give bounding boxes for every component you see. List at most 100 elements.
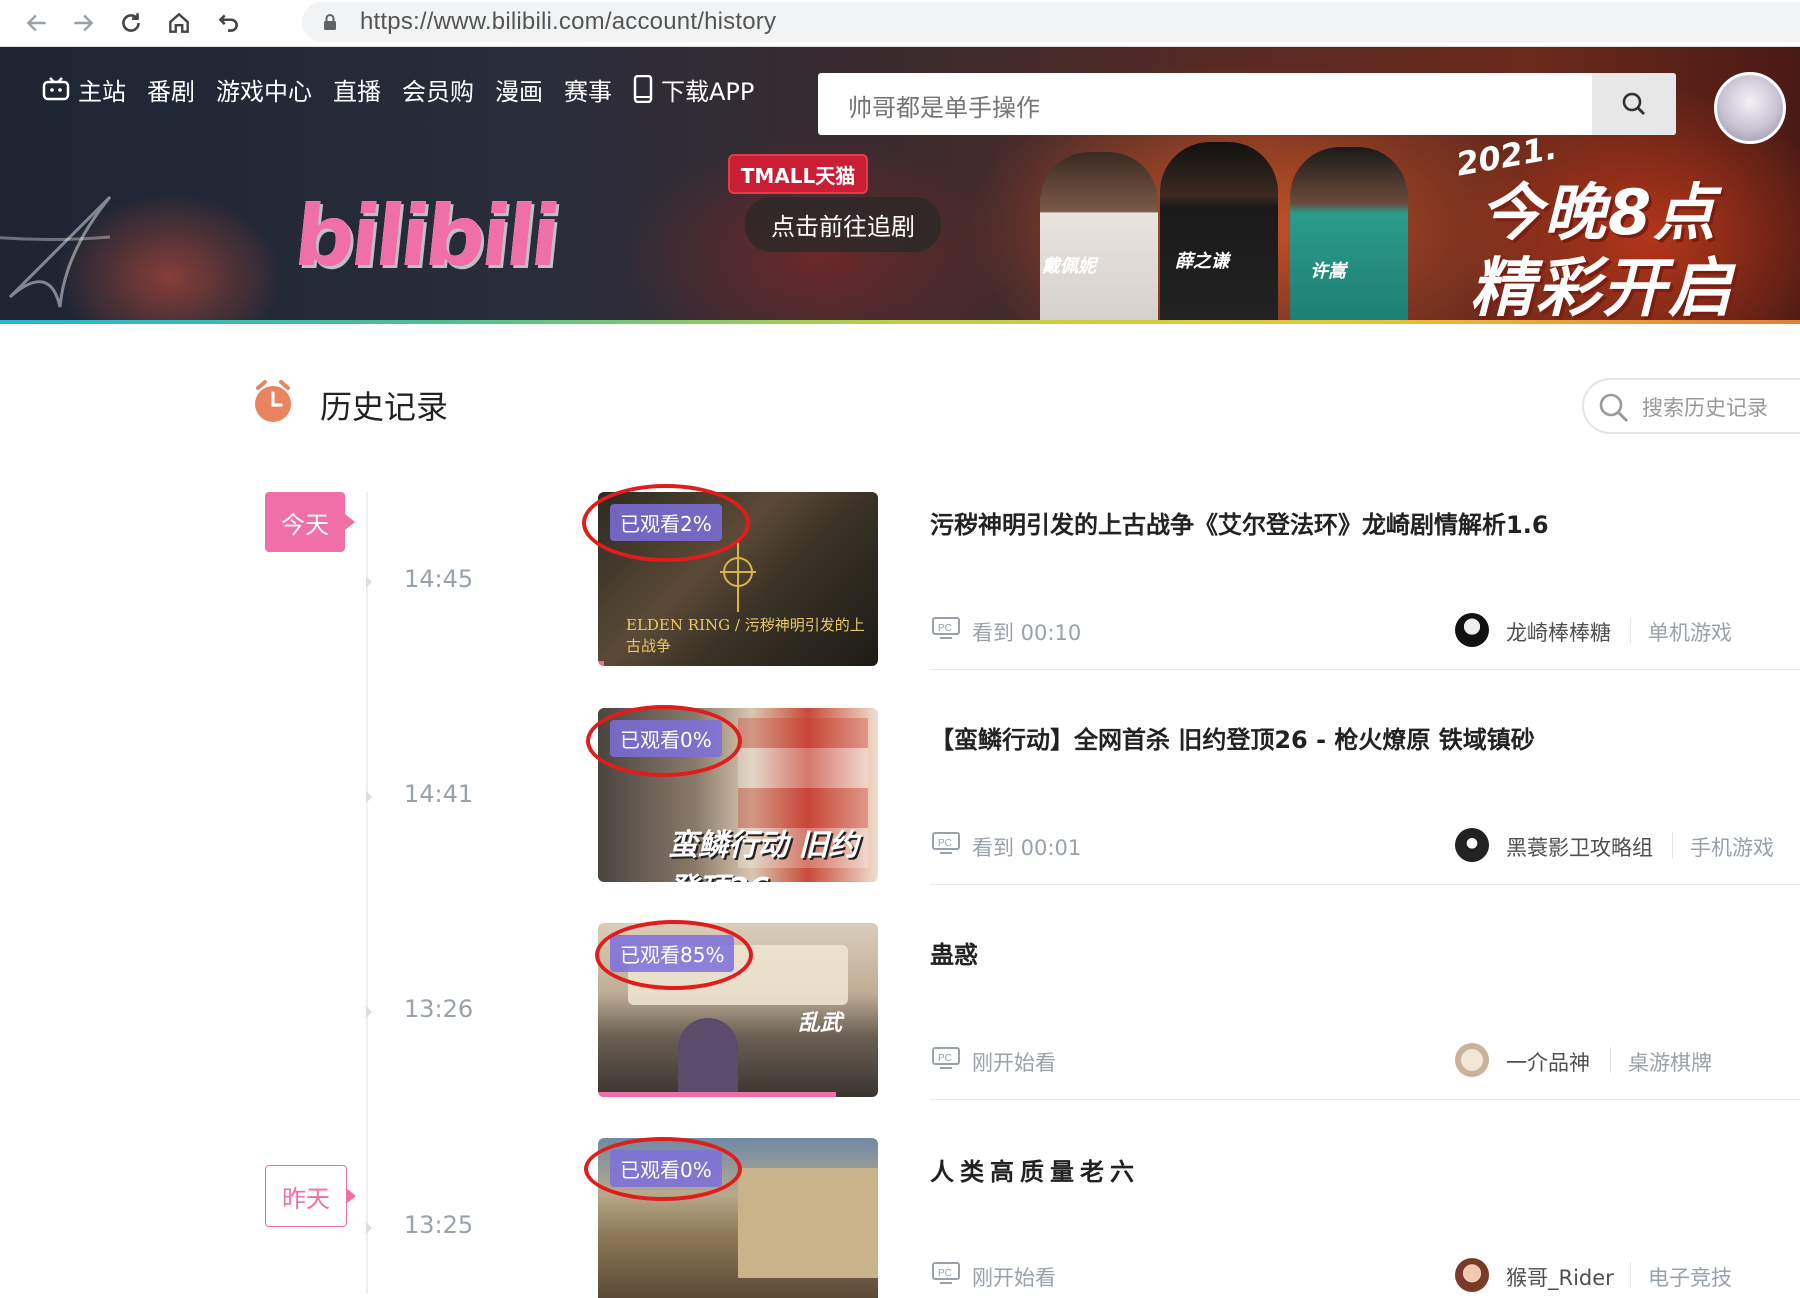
timeline-marker xyxy=(366,1006,372,1018)
pc-device-icon: PC xyxy=(932,617,960,639)
nav-download-app[interactable]: 下载APP xyxy=(633,72,754,107)
progress-badge: 已观看2% xyxy=(610,504,722,541)
uploader-avatar[interactable] xyxy=(1455,613,1489,647)
progress-badge: 已观看0% xyxy=(610,720,722,757)
singer-name: 戴佩妮 xyxy=(1042,256,1096,277)
singer-name: 薛之谦 xyxy=(1175,251,1229,272)
row-divider xyxy=(930,669,1800,670)
watch-status: 刚开始看 xyxy=(972,1266,1056,1290)
watch-progress-bar xyxy=(598,1092,836,1097)
watch-time: 13:25 xyxy=(404,1211,474,1239)
video-thumbnail[interactable]: ELDEN RING / 污秽神明引发的上古战争 已观看2% xyxy=(598,492,878,666)
site-search-input[interactable]: 帅哥都是单手操作 xyxy=(818,73,1676,135)
timeline-line xyxy=(366,492,368,1294)
uploader-name[interactable]: 黑蓑影卫攻略组 xyxy=(1506,832,1653,862)
history-search-input[interactable]: 搜索历史记录 xyxy=(1582,378,1800,434)
video-title[interactable]: 蛊惑 xyxy=(930,935,978,970)
uploader-name[interactable]: 猴哥_Rider xyxy=(1506,1262,1614,1292)
separator xyxy=(1672,832,1673,858)
row-divider xyxy=(930,1099,1800,1100)
browser-toolbar: https://www.bilibili.com/account/history xyxy=(0,0,1800,47)
nav-label: 下载APP xyxy=(661,77,755,106)
back-arrow-icon[interactable] xyxy=(20,6,54,40)
svg-text:PC: PC xyxy=(938,1053,952,1064)
row-divider xyxy=(930,884,1800,885)
sparkle-decoration-icon xyxy=(0,195,112,308)
nav-anime[interactable]: 番剧 xyxy=(147,72,195,107)
watch-time: 13:26 xyxy=(404,995,474,1023)
thumbnail-building xyxy=(738,1168,878,1278)
search-placeholder: 帅哥都是单手操作 xyxy=(848,94,1040,122)
nav-member-shop[interactable]: 会员购 xyxy=(402,72,474,107)
url-text: https://www.bilibili.com/account/history xyxy=(360,8,777,35)
watch-now-button[interactable]: 点击前往追剧 xyxy=(745,197,941,252)
home-icon[interactable] xyxy=(162,6,196,40)
singer-figure xyxy=(1290,147,1408,322)
nav-live[interactable]: 直播 xyxy=(333,72,381,107)
video-category[interactable]: 单机游戏 xyxy=(1648,617,1732,647)
singer-name: 许嵩 xyxy=(1310,261,1346,282)
uploader-avatar[interactable] xyxy=(1455,1043,1489,1077)
user-avatar[interactable] xyxy=(1714,72,1786,144)
singer-figure xyxy=(1160,142,1278,322)
uploader-name[interactable]: 龙崎棒棒糖 xyxy=(1506,617,1611,647)
video-category[interactable]: 电子竞技 xyxy=(1648,1262,1732,1292)
pc-device-icon: PC xyxy=(932,1047,960,1069)
thumbnail-caption: ELDEN RING / 污秽神明引发的上古战争 xyxy=(626,616,865,655)
tv-icon xyxy=(42,77,70,101)
uploader-avatar[interactable] xyxy=(1455,828,1489,862)
search-button[interactable] xyxy=(1592,73,1676,135)
nav-comics[interactable]: 漫画 xyxy=(495,72,543,107)
timeline-marker xyxy=(366,576,372,588)
svg-text:PC: PC xyxy=(938,623,952,634)
nav-label: 主站 xyxy=(78,77,126,106)
nav-game-center[interactable]: 游戏中心 xyxy=(216,72,312,107)
timeline-marker xyxy=(366,1222,372,1234)
search-placeholder: 搜索历史记录 xyxy=(1642,396,1768,420)
video-title[interactable]: 污秽神明引发的上古战争《艾尔登法环》龙崎剧情解析1.6 xyxy=(930,505,1549,540)
watch-time: 14:45 xyxy=(404,565,474,593)
singer-figure xyxy=(1040,152,1158,322)
uploader-name[interactable]: 一介品神 xyxy=(1506,1047,1590,1077)
nav-esports[interactable]: 赛事 xyxy=(564,72,612,107)
undo-icon[interactable] xyxy=(211,6,245,40)
separator xyxy=(1630,1262,1631,1288)
bilibili-logo[interactable]: bilibili xyxy=(290,187,561,285)
progress-badge: 已观看0% xyxy=(610,1150,722,1187)
pc-device-icon: PC xyxy=(932,832,960,854)
lock-icon xyxy=(324,14,336,30)
video-title[interactable]: 【蛮鳞行动】全网首杀 旧约登顶26 - 枪火燎原 铁域镇砂 xyxy=(930,720,1535,755)
promo-subheadline: 精彩开启 xyxy=(1470,252,1734,322)
forward-arrow-icon[interactable] xyxy=(66,6,100,40)
thumbnail-caption: 乱武 xyxy=(798,1011,843,1036)
video-thumbnail[interactable]: 蛮鳞行动 旧约登顶26 已观看0% xyxy=(598,708,878,882)
site-banner: 主站 番剧 游戏中心 直播 会员购 漫画 赛事 下载APP 帅哥都是单手操作 b… xyxy=(0,47,1800,322)
progress-badge: 已观看85% xyxy=(610,935,735,972)
separator xyxy=(1610,1047,1611,1073)
video-category[interactable]: 手机游戏 xyxy=(1690,832,1774,862)
thumbnail-caption: 蛮鳞行动 旧约登顶26 xyxy=(668,828,859,882)
video-thumbnail[interactable]: 乱武 已观看85% xyxy=(598,923,878,1097)
uploader-avatar[interactable] xyxy=(1455,1258,1489,1292)
banner-gradient-strip xyxy=(0,320,1800,324)
video-thumbnail[interactable]: 已观看0% xyxy=(598,1138,878,1298)
page-title: 历史记录 xyxy=(320,388,449,426)
search-icon xyxy=(1622,92,1645,115)
top-navigation: 主站 番剧 游戏中心 直播 会员购 漫画 赛事 下载APP xyxy=(42,67,775,111)
video-title[interactable]: 人类高质量老六 xyxy=(930,1152,1140,1187)
svg-text:PC: PC xyxy=(938,838,952,849)
pc-device-icon: PC xyxy=(932,1262,960,1284)
watch-status: 看到 00:10 xyxy=(972,621,1082,645)
video-category[interactable]: 桌游棋牌 xyxy=(1628,1047,1712,1077)
watch-time: 14:41 xyxy=(404,780,474,808)
watch-status: 刚开始看 xyxy=(972,1051,1056,1075)
address-bar[interactable]: https://www.bilibili.com/account/history xyxy=(302,2,1800,42)
nav-main-site[interactable]: 主站 xyxy=(42,72,126,107)
reload-icon[interactable] xyxy=(114,6,148,40)
thumbnail-character xyxy=(678,1018,738,1097)
watch-progress-bar xyxy=(598,661,604,666)
tmall-logo: TMALL天猫 xyxy=(728,154,868,194)
phone-icon xyxy=(633,75,653,103)
timeline-marker xyxy=(366,791,372,803)
day-tag-yesterday: 昨天 xyxy=(265,1165,356,1227)
